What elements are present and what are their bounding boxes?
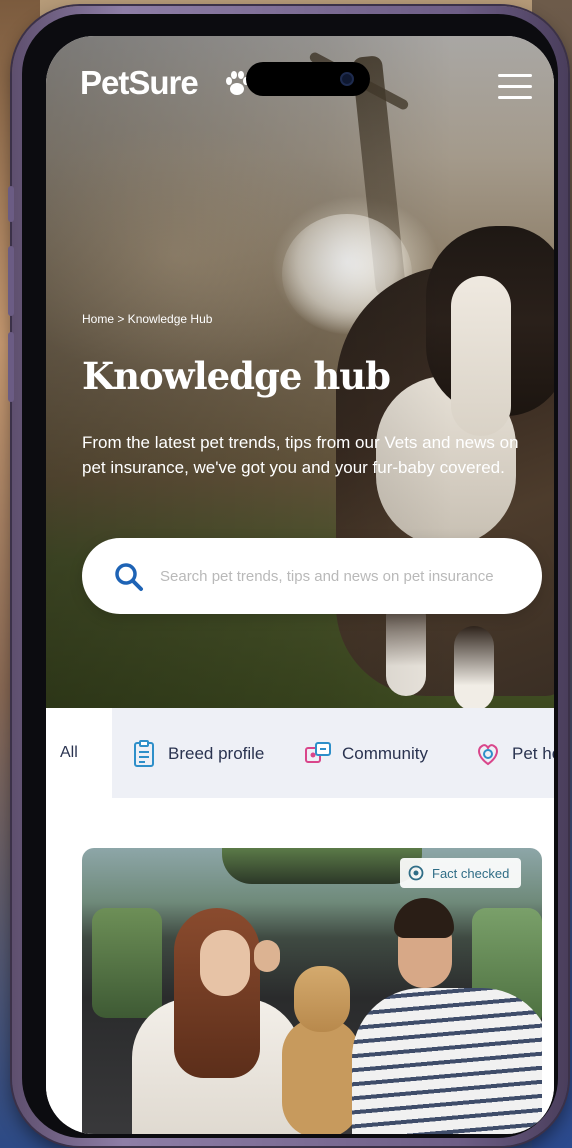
- tab-label: Pet he: [512, 744, 554, 763]
- phone-volume-down: [8, 332, 14, 402]
- petsure-logo[interactable]: PetSure: [80, 64, 199, 102]
- hero-intro-text: From the latest pet trends, tips from ou…: [82, 433, 519, 477]
- woman-face: [200, 930, 250, 996]
- phone-volume-up: [8, 246, 14, 316]
- tab-label: Community: [342, 744, 428, 763]
- badge-label: Fact checked: [432, 865, 510, 881]
- dynamic-island: [246, 62, 370, 96]
- tab-breed-profile[interactable]: Breed profile: [130, 736, 264, 772]
- tab-all[interactable]: All: [46, 708, 112, 798]
- search-input[interactable]: [160, 556, 520, 596]
- tab-label: All: [60, 744, 78, 761]
- fact-checked-badge: Fact checked: [400, 858, 522, 888]
- man-figure: [352, 988, 542, 1134]
- golden-retriever-head: [294, 966, 350, 1032]
- check-circle-icon: [408, 865, 424, 881]
- car-window: [92, 908, 162, 1018]
- tab-label: Breed profile: [168, 744, 265, 763]
- child-figure: [254, 940, 280, 972]
- search-bar[interactable]: [82, 538, 542, 614]
- community-icon: [305, 742, 331, 763]
- page-title: Knowledge hub: [82, 354, 391, 398]
- man-hair: [394, 898, 454, 938]
- article-card-image[interactable]: Fact checked: [82, 848, 542, 1134]
- category-tabs: All Breed profile Community Pet h: [46, 708, 554, 798]
- breadcrumb[interactable]: Home > Knowledge Hub: [82, 312, 212, 326]
- car-sunroof: [222, 848, 422, 884]
- tab-pet-health[interactable]: Pet he: [474, 736, 554, 772]
- golden-retriever-body: [282, 1018, 360, 1134]
- pet-health-icon: [478, 744, 498, 766]
- camera-dot: [340, 72, 354, 86]
- hamburger-icon[interactable]: [498, 74, 532, 100]
- article-list: Fact checked: [46, 798, 554, 1134]
- search-icon[interactable]: [114, 562, 144, 592]
- phone-side-button: [8, 186, 14, 222]
- tab-community[interactable]: Community: [304, 736, 428, 772]
- clipboard-icon: [134, 740, 154, 767]
- phone-screen: PetSure Home > Knowledge Hub Knowledge h…: [46, 36, 554, 1134]
